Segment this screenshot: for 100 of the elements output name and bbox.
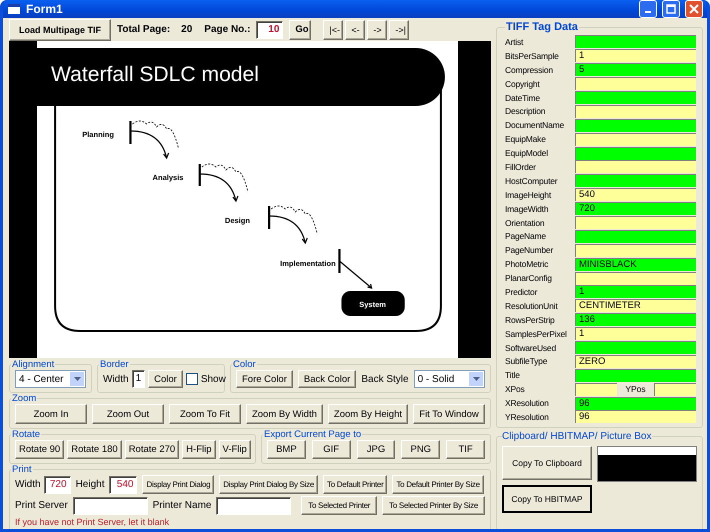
print-button[interactable]: To Selected Printer bbox=[301, 496, 378, 515]
slide-title: Waterfall SDLC model bbox=[51, 63, 259, 86]
color-button[interactable]: Back Color bbox=[298, 370, 356, 388]
tag-value-field[interactable]: CENTIMETER bbox=[575, 299, 696, 312]
export-button[interactable]: PNG bbox=[401, 440, 440, 459]
back-style-dropdown[interactable]: 0 - Solid bbox=[414, 370, 485, 388]
clipboard-button[interactable]: Copy To Clipboard bbox=[502, 446, 592, 480]
export-button[interactable]: JPG bbox=[356, 440, 396, 459]
tag-value-field[interactable]: ZERO bbox=[575, 354, 696, 368]
tag-value-field[interactable]: 96 bbox=[575, 410, 696, 424]
tag-label: PhotoMetric bbox=[505, 259, 550, 270]
group-label: TIFF Tag Data bbox=[505, 21, 579, 33]
tag-label: PageName bbox=[505, 231, 547, 242]
tag-label: YResolution bbox=[505, 412, 550, 422]
rotate-button[interactable]: Rotate 270 bbox=[124, 440, 180, 459]
width-label: Width bbox=[15, 479, 41, 490]
zoom-button[interactable]: Zoom To Fit bbox=[168, 404, 241, 424]
total-page-count: 20 bbox=[181, 24, 192, 35]
rotate-button[interactable]: V-Flip bbox=[218, 440, 251, 459]
tag-label: XPos bbox=[505, 384, 526, 394]
tag-label: ImageWidth bbox=[505, 204, 550, 214]
tag-value-field[interactable]: 1 bbox=[575, 49, 696, 62]
tag-value-field[interactable]: 1 bbox=[575, 285, 696, 298]
total-page-label: Total Page: bbox=[117, 24, 170, 35]
zoom-button[interactable]: Fit To Window bbox=[413, 404, 485, 424]
rotate-button[interactable]: H-Flip bbox=[182, 440, 216, 459]
window-title: Form1 bbox=[26, 2, 64, 16]
print-server-label: Print Server bbox=[15, 500, 68, 511]
color-button[interactable]: Fore Color bbox=[236, 370, 293, 388]
rotate-button[interactable]: Rotate 90 bbox=[15, 440, 64, 459]
tag-value-field[interactable]: 96 bbox=[575, 396, 696, 410]
group-label: Alignment bbox=[11, 359, 56, 370]
tag-label: DateTime bbox=[505, 92, 541, 102]
tag-label: SubfileType bbox=[505, 356, 548, 366]
back-style-label: Back Style bbox=[361, 374, 409, 384]
go-button[interactable]: Go bbox=[289, 20, 312, 40]
print-button[interactable]: To Default Printer By Size bbox=[392, 475, 484, 494]
border-color-button[interactable]: Color bbox=[148, 370, 183, 388]
tag-label: ResolutionUnit bbox=[505, 300, 559, 311]
print-button[interactable]: To Default Printer bbox=[323, 475, 388, 494]
zoom-button[interactable]: Zoom Out bbox=[92, 404, 164, 424]
tag-label: EquipMake bbox=[505, 134, 547, 144]
zoom-button[interactable]: Zoom In bbox=[15, 404, 87, 424]
page-nav-button[interactable]: ->| bbox=[389, 20, 410, 40]
tag-label: Artist bbox=[505, 36, 524, 47]
print-button[interactable]: Display Print Dialog bbox=[142, 475, 214, 494]
tag-value-field[interactable]: 720 bbox=[575, 202, 696, 216]
zoom-button[interactable]: Zoom By Width bbox=[246, 404, 323, 424]
tag-label: BitsPerSample bbox=[505, 50, 560, 61]
tag-label: Copyright bbox=[505, 78, 541, 89]
page-no-label: Page No.: bbox=[204, 24, 250, 35]
print-button[interactable]: Display Print Dialog By Size bbox=[219, 475, 318, 494]
export-button[interactable]: GIF bbox=[312, 440, 351, 459]
tag-label: Orientation bbox=[505, 218, 546, 228]
tag-label: Predictor bbox=[505, 286, 538, 297]
tag-label: FillOrder bbox=[505, 162, 537, 172]
height-label: Height bbox=[76, 479, 104, 490]
tag-value-field[interactable]: 540 bbox=[575, 188, 696, 202]
tag-label: RowsPerStrip bbox=[505, 314, 556, 325]
print-height-field[interactable]: 540 bbox=[109, 476, 138, 494]
border-width-field[interactable]: 1 bbox=[132, 370, 146, 388]
group-label: Rotate bbox=[11, 429, 41, 440]
tag-label: DocumentName bbox=[505, 120, 566, 130]
alignment-dropdown[interactable]: 4 - Center bbox=[15, 370, 86, 388]
tag-label: PageNumber bbox=[505, 245, 554, 256]
tag-label: Title bbox=[505, 370, 521, 380]
tag-label: SamplesPerPixel bbox=[505, 328, 568, 339]
export-button[interactable]: TIF bbox=[446, 440, 485, 459]
tag-label: EquipModel bbox=[505, 148, 549, 158]
tag-label: HostComputer bbox=[505, 176, 558, 186]
group-label: Clipboard/ HBITMAP/ Picture Box bbox=[502, 430, 652, 442]
export-button[interactable]: BMP bbox=[267, 440, 306, 459]
tag-label: Compression bbox=[505, 64, 554, 75]
tag-label: YPos bbox=[624, 384, 647, 394]
page-nav-button[interactable]: <- bbox=[345, 20, 366, 40]
page-nav-button[interactable]: |<- bbox=[323, 20, 344, 40]
print-button[interactable]: To Selected Printer By Size bbox=[382, 496, 485, 515]
width-label: Width bbox=[103, 374, 129, 384]
group-label: Border bbox=[99, 359, 130, 370]
group-label: Print bbox=[11, 464, 33, 475]
rotate-button[interactable]: Rotate 180 bbox=[67, 440, 122, 459]
tag-value-field[interactable]: MINISBLACK bbox=[575, 258, 696, 271]
page-number-field[interactable]: 10 bbox=[256, 20, 284, 38]
tag-label: ImageHeight bbox=[505, 190, 552, 200]
group-label: Export Current Page to bbox=[263, 429, 362, 440]
tag-label: PlanarConfig bbox=[505, 273, 553, 284]
clipboard-button[interactable]: Copy To HBITMAP bbox=[502, 484, 592, 513]
zoom-button[interactable]: Zoom By Height bbox=[328, 404, 408, 424]
tag-value-field[interactable]: 5 bbox=[575, 63, 696, 76]
print-server-note: If you have not Print Server, let it blank bbox=[15, 517, 170, 527]
tag-value-field[interactable]: 136 bbox=[575, 313, 696, 326]
load-tif-button[interactable]: Load Multipage TIF bbox=[9, 18, 111, 40]
page-nav-button[interactable]: -> bbox=[367, 20, 388, 40]
group-label: Color bbox=[232, 359, 257, 370]
print-width-field[interactable]: 720 bbox=[44, 476, 71, 494]
printer-name-label: Printer Name bbox=[152, 500, 212, 511]
tag-value-field[interactable]: 1 bbox=[575, 327, 696, 340]
show-label: Show bbox=[200, 374, 226, 384]
tag-label: Description bbox=[505, 106, 546, 116]
group-label: Zoom bbox=[11, 393, 38, 404]
